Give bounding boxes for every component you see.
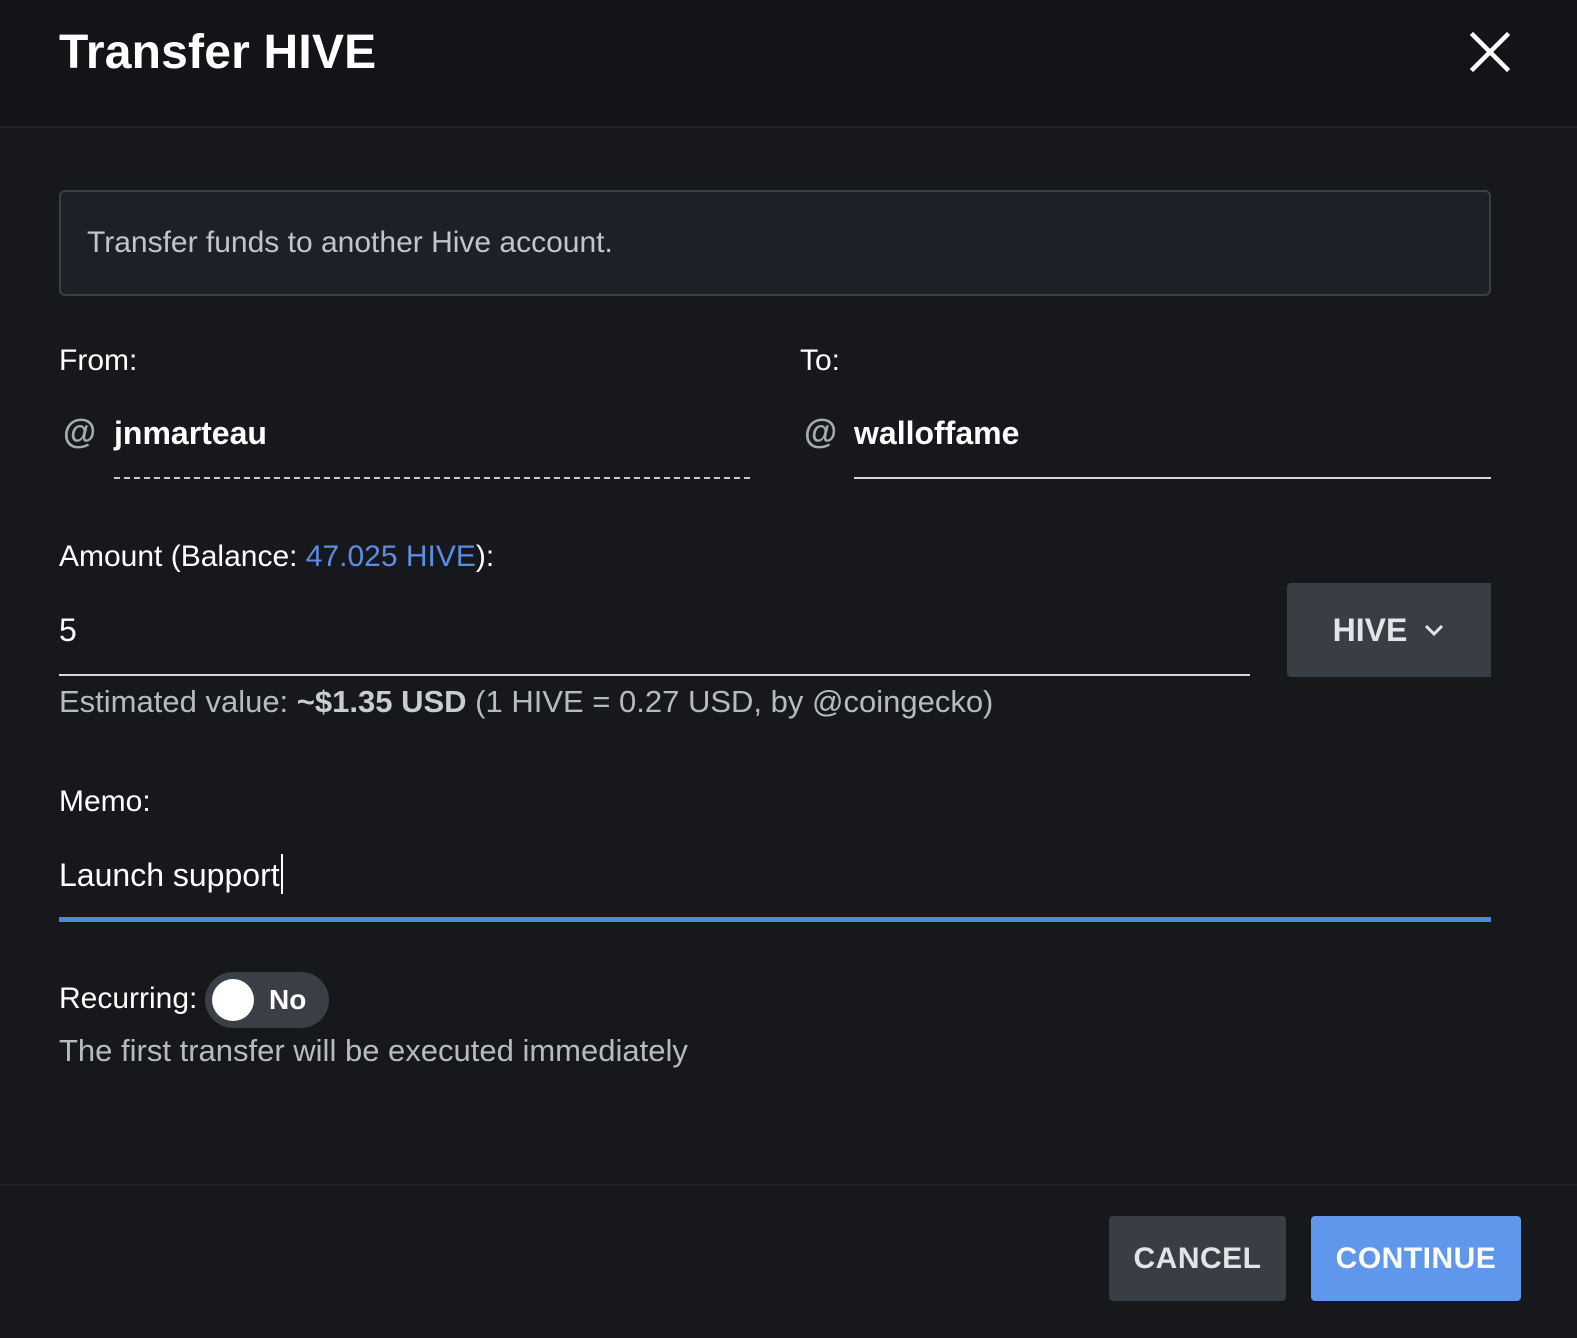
- from-field-underline: [114, 477, 750, 479]
- recurring-toggle[interactable]: No: [205, 972, 329, 1028]
- chevron-down-icon: [1425, 624, 1444, 637]
- estimate-value: ~$1.35 USD: [296, 684, 467, 719]
- estimate-prefix: Estimated value:: [59, 684, 297, 719]
- text-cursor: [280, 854, 283, 894]
- estimated-value: Estimated value: ~$1.35 USD (1 HIVE = 0.…: [59, 682, 993, 722]
- memo-label: Memo:: [59, 785, 151, 818]
- amount-input[interactable]: 5: [59, 610, 77, 650]
- balance-link[interactable]: 47.025 HIVE: [306, 540, 476, 573]
- memo-text: Launch support: [59, 857, 280, 893]
- memo-field-underline-focused: [59, 917, 1491, 922]
- dialog-title: Transfer HIVE: [59, 26, 377, 79]
- transfer-dialog: Transfer HIVE Transfer funds to another …: [0, 0, 1577, 1338]
- currency-select[interactable]: HIVE: [1287, 583, 1491, 677]
- from-label: From:: [59, 344, 138, 377]
- footer-divider: [0, 1184, 1577, 1186]
- memo-input[interactable]: Launch support: [59, 854, 283, 895]
- at-icon: @: [63, 413, 97, 451]
- amount-label-prefix: Amount (Balance:: [59, 540, 306, 573]
- amount-label-suffix: ):: [475, 540, 495, 573]
- continue-button[interactable]: CONTINUE: [1311, 1216, 1521, 1301]
- close-icon: [1469, 31, 1511, 73]
- to-field-underline: [854, 477, 1491, 479]
- toggle-knob: [212, 979, 254, 1021]
- close-button[interactable]: [1468, 30, 1512, 74]
- to-account-input[interactable]: walloffame: [854, 413, 1019, 453]
- from-account-field: jnmarteau: [114, 415, 267, 451]
- cancel-button[interactable]: CANCEL: [1109, 1216, 1286, 1301]
- at-icon: @: [804, 413, 838, 451]
- estimate-suffix: (1 HIVE = 0.27 USD, by @coingecko): [466, 684, 994, 719]
- recurring-label: Recurring:: [59, 982, 198, 1015]
- dialog-header: Transfer HIVE: [0, 0, 1577, 128]
- amount-label: Amount (Balance: 47.025 HIVE):: [59, 539, 494, 575]
- amount-field-underline: [59, 674, 1250, 676]
- toggle-text: No: [269, 984, 307, 1015]
- recurring-hint: The first transfer will be executed imme…: [59, 1033, 688, 1068]
- to-label: To:: [800, 344, 841, 377]
- info-text: Transfer funds to another Hive account.: [87, 226, 613, 259]
- currency-value: HIVE: [1332, 611, 1408, 648]
- info-banner: Transfer funds to another Hive account.: [59, 190, 1491, 296]
